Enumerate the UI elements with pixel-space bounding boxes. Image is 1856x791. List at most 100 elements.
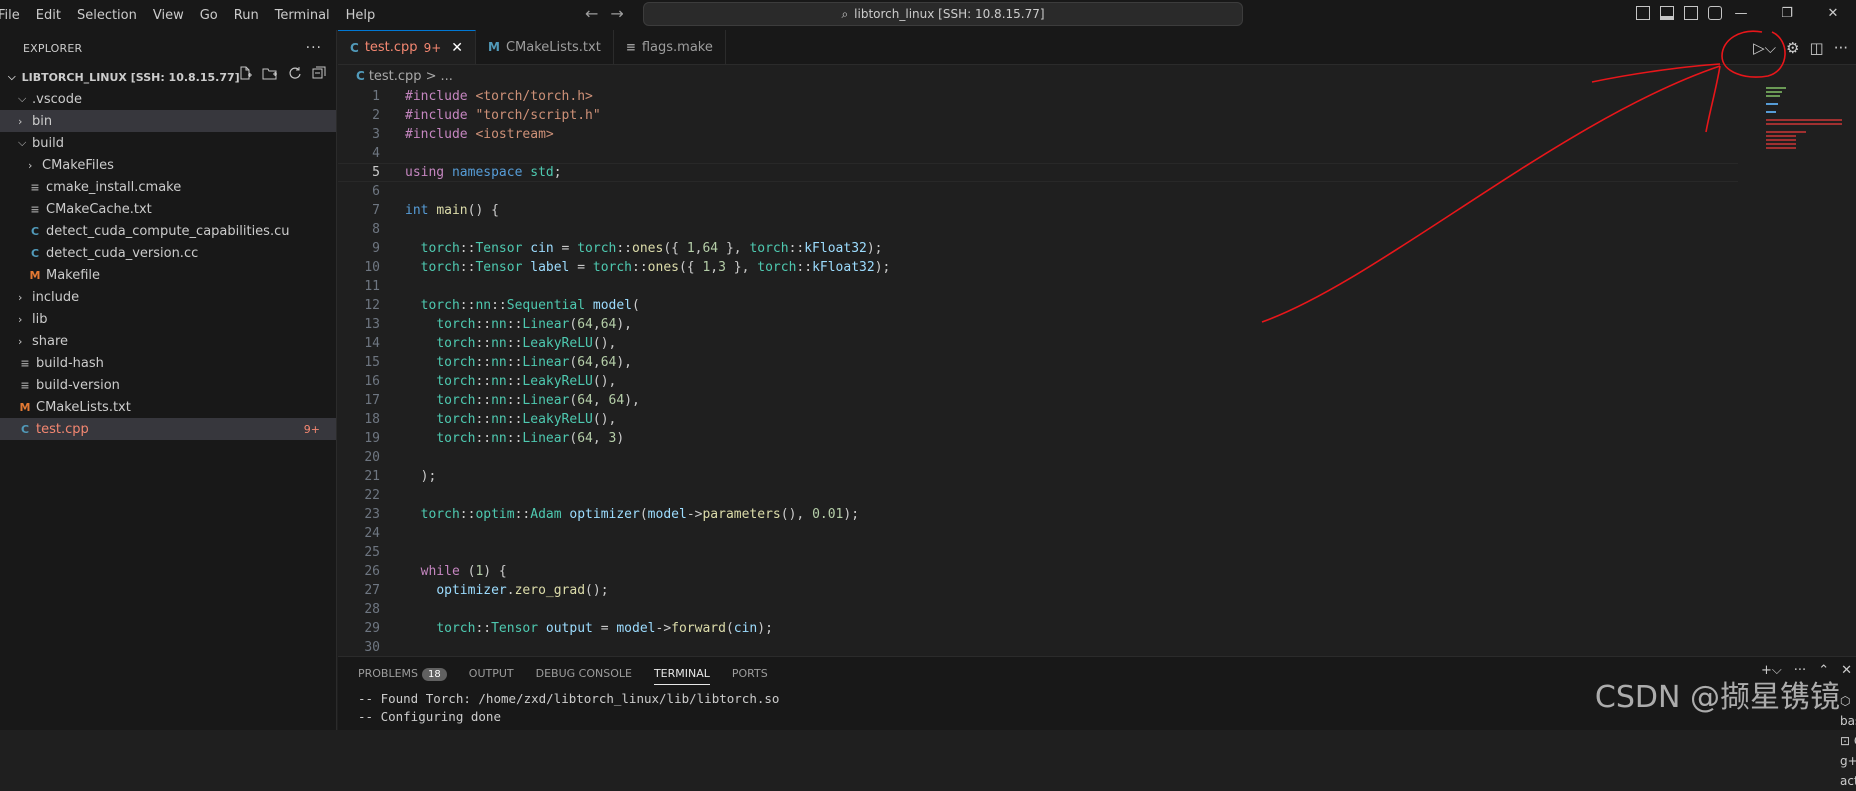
nav-arrows: ← →: [585, 4, 624, 23]
code-line: 12 torch::nn::Sequential model(: [338, 296, 1738, 315]
task-terminal-icon: ⊡: [1840, 734, 1854, 748]
menu-item-run[interactable]: Run: [226, 8, 267, 23]
tree-item[interactable]: ⌵ build: [0, 132, 336, 154]
menu-item-view[interactable]: View: [145, 8, 192, 23]
menu-item-file[interactable]: File: [0, 8, 28, 23]
terminal-list-item[interactable]: ⊡ C/C++: g++ build active file: [1840, 731, 1856, 791]
split-editor-icon[interactable]: ◫: [1810, 39, 1824, 57]
tree-item[interactable]: › CMakeFiles: [0, 154, 336, 176]
code-editor[interactable]: 1 #include <torch/torch.h> 2 #include "torc…: [338, 87, 1738, 657]
collapse-all-icon[interactable]: [312, 66, 326, 80]
code-line: 28: [338, 600, 1738, 619]
terminal-list-item[interactable]: ⬡ bashbuild: [1840, 691, 1856, 731]
code-text: while (1) {: [420, 564, 507, 579]
line-number: 19: [364, 431, 380, 446]
menu-item-selection[interactable]: Selection: [69, 8, 145, 23]
tree-item[interactable]: ≡ CMakeCache.txt: [0, 198, 336, 220]
line-number: 12: [364, 298, 380, 313]
line-number: 18: [364, 412, 380, 427]
code-text: );: [405, 469, 437, 484]
line-number: 30: [364, 640, 380, 655]
toggle-panel-icon[interactable]: [1660, 6, 1674, 20]
tree-item-label: Makefile: [46, 267, 101, 283]
editor-area: Ctest.cpp 9+ ✕ M CMakeLists.txt ≡ flags.make ▷…: [338, 30, 1856, 656]
code-line: 15 torch::nn::Linear(64,64),: [338, 353, 1738, 372]
cpp-file-icon: C: [350, 40, 359, 55]
tab-test-cpp[interactable]: Ctest.cpp 9+ ✕: [338, 30, 476, 64]
tree-item[interactable]: Ctest.cpp 9+: [0, 418, 336, 440]
code-line: 5 using namespace std;: [338, 163, 1738, 182]
command-center[interactable]: ⌕ libtorch_linux [SSH: 10.8.15.77]: [643, 2, 1243, 26]
tree-item-label: build: [32, 135, 64, 151]
tree-item[interactable]: ≡ build-hash: [0, 352, 336, 374]
line-number: 9: [372, 241, 380, 256]
tree-item[interactable]: M Makefile: [0, 264, 336, 286]
menu-item-edit[interactable]: Edit: [28, 8, 69, 23]
breadcrumb-file[interactable]: test.cpp: [369, 69, 422, 84]
menu-bar: File Edit Selection View Go Run Terminal Help: [0, 0, 383, 30]
tree-item[interactable]: ⌵ .vscode: [0, 88, 336, 110]
tree-item[interactable]: M CMakeLists.txt: [0, 396, 336, 418]
chevron-right-icon: ›: [28, 158, 33, 172]
tree-item[interactable]: › include: [0, 286, 336, 308]
panel-tab-debug-console[interactable]: DEBUG CONSOLE: [536, 667, 632, 680]
tree-item[interactable]: Cdetect_cuda_version.cc: [0, 242, 336, 264]
run-icon[interactable]: ▷⌵: [1753, 39, 1776, 57]
tree-item-label: detect_cuda_compute_capabilities.cu: [46, 223, 290, 239]
explorer-title-label: EXPLORER: [23, 41, 83, 55]
minimize-icon[interactable]: —: [1718, 0, 1764, 30]
code-text: torch::nn::Sequential model(: [420, 298, 640, 313]
line-number: 15: [364, 355, 380, 370]
chevron-right-icon: ›: [18, 312, 23, 326]
code-text: torch::Tensor cin = torch::ones({ 1,64 }…: [420, 241, 883, 256]
panel-tab-ports[interactable]: PORTS: [732, 667, 768, 680]
line-number: 21: [364, 469, 380, 484]
close-panel-icon[interactable]: ✕: [1841, 663, 1852, 678]
code-line: 21 );: [338, 467, 1738, 486]
line-number: 2: [372, 108, 380, 123]
minimap[interactable]: [1766, 87, 1844, 187]
restore-icon[interactable]: ❐: [1764, 0, 1810, 30]
close-tab-icon[interactable]: ✕: [451, 40, 463, 56]
tree-item[interactable]: › bin: [0, 110, 336, 132]
code-line: 25: [338, 543, 1738, 562]
code-text: torch::nn::Linear(64, 64),: [436, 393, 640, 408]
code-text: #include <torch/torch.h>: [405, 89, 593, 104]
tab-label: flags.make: [641, 39, 713, 55]
breadcrumb-rest[interactable]: ...: [440, 69, 452, 84]
panel-tab-label: DEBUG CONSOLE: [535, 667, 632, 680]
tree-item[interactable]: Cdetect_cuda_compute_capabilities.cu: [0, 220, 336, 242]
tree-item-label: CMakeCache.txt: [46, 201, 152, 217]
chevron-down-icon: ⌵: [18, 136, 27, 149]
code-line: 22: [338, 486, 1738, 505]
back-arrow-icon[interactable]: ←: [585, 4, 598, 23]
more-actions-icon[interactable]: ···: [306, 40, 322, 56]
search-icon: ⌕: [841, 6, 849, 21]
toggle-secondary-sidebar-icon[interactable]: [1684, 6, 1698, 20]
new-file-icon[interactable]: [238, 66, 252, 80]
toggle-sidebar-icon[interactable]: [1636, 6, 1650, 20]
more-actions-icon[interactable]: ···: [1834, 39, 1848, 57]
tab-cmakelists-txt[interactable]: M CMakeLists.txt: [476, 30, 614, 64]
new-folder-icon[interactable]: [262, 66, 278, 80]
refresh-icon[interactable]: [288, 66, 302, 80]
tree-item[interactable]: ≡ cmake_install.cmake: [0, 176, 336, 198]
forward-arrow-icon[interactable]: →: [610, 4, 623, 23]
code-text: optimizer.zero_grad();: [436, 583, 609, 598]
tree-item-label: bin: [32, 113, 53, 129]
panel-tab-problems[interactable]: PROBLEMS 18: [358, 667, 447, 681]
code-line: 10 torch::Tensor label = torch::ones({ 1…: [338, 258, 1738, 277]
menu-item-go[interactable]: Go: [192, 8, 226, 23]
panel-tab-output[interactable]: OUTPUT: [469, 667, 514, 680]
tree-item[interactable]: › share: [0, 330, 336, 352]
close-icon[interactable]: ✕: [1810, 0, 1856, 30]
tree-item[interactable]: ≡ build-version: [0, 374, 336, 396]
menu-item-terminal[interactable]: Terminal: [267, 8, 338, 23]
panel-tab-terminal[interactable]: TERMINAL: [653, 667, 710, 685]
tab-flags-make[interactable]: ≡ flags.make: [614, 30, 726, 64]
tree-item[interactable]: › lib: [0, 308, 336, 330]
menu-item-help[interactable]: Help: [338, 8, 384, 23]
settings-gear-icon[interactable]: ⚙: [1786, 39, 1799, 57]
code-line: 20: [338, 448, 1738, 467]
chevron-down-icon: ⌵: [8, 71, 16, 83]
